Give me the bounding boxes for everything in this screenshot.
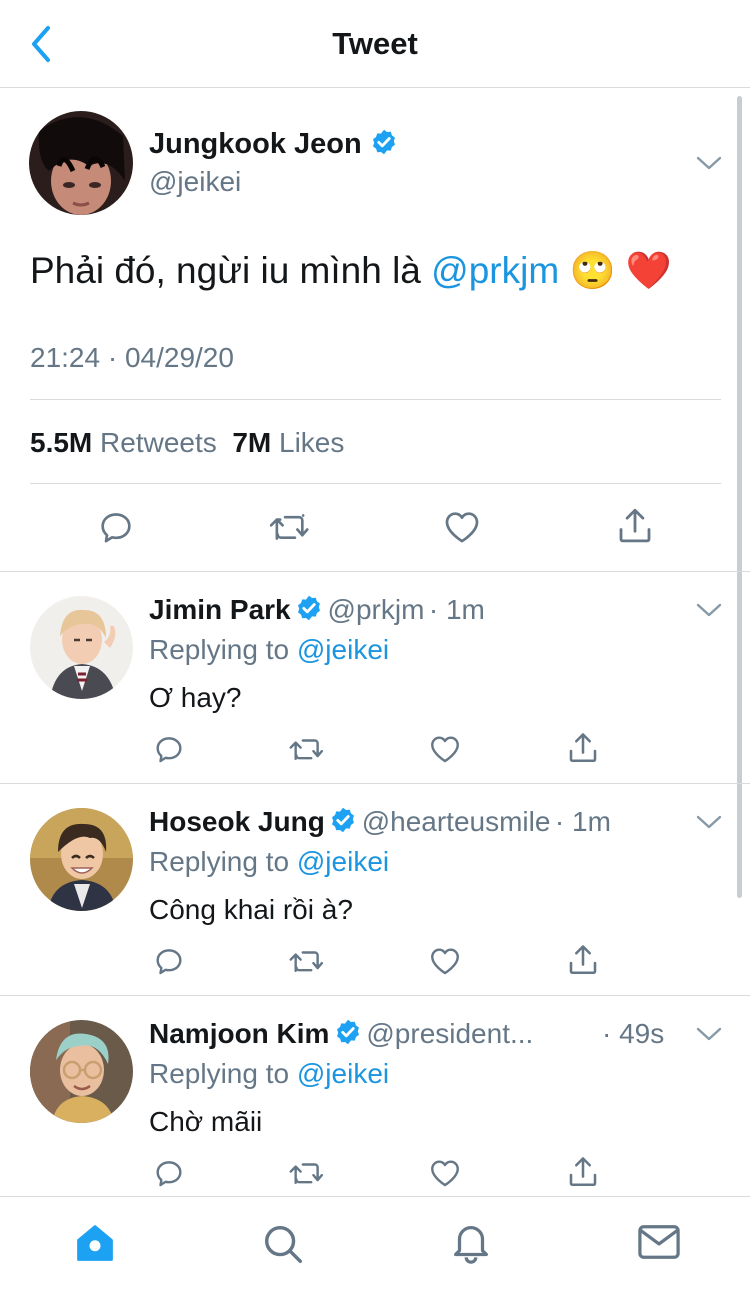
retweet-stat[interactable]: 5.5M Retweets <box>30 427 217 458</box>
comment-icon[interactable] <box>96 507 136 547</box>
top-bar: Tweet <box>0 0 750 88</box>
scrollbar[interactable] <box>737 96 742 898</box>
heart-icon[interactable] <box>427 732 463 766</box>
share-icon[interactable] <box>565 942 601 978</box>
avatar[interactable] <box>30 808 133 911</box>
comment-icon[interactable] <box>152 1156 186 1190</box>
heart-icon[interactable] <box>427 1156 463 1190</box>
reply-author-name[interactable]: Hoseok Jung <box>149 806 325 837</box>
reply-time: · 49s <box>602 1018 665 1049</box>
tweet-emojis: 🙄 ❤️ <box>569 250 672 291</box>
replying-to-link[interactable]: @jeikei <box>297 634 389 665</box>
chevron-down-icon[interactable] <box>696 814 722 830</box>
retweet-icon[interactable] <box>287 1156 327 1190</box>
bell-icon[interactable] <box>448 1219 494 1265</box>
reply-header: Hoseok Jung @hearteusmile · 1m <box>149 806 611 838</box>
divider <box>0 783 750 784</box>
share-icon[interactable] <box>565 1154 601 1190</box>
tweet-text: Phải đó, ngừi iu mình là @prkjm 🙄 ❤️ <box>30 250 672 293</box>
like-stat[interactable]: 7M Likes <box>232 427 344 458</box>
author-name[interactable]: Jungkook Jeon <box>149 128 362 160</box>
reply-text: Ơ hay? <box>149 682 242 713</box>
reply-author-handle[interactable]: @prkjm <box>328 594 425 625</box>
reply-text: Chờ mãii <box>149 1106 263 1137</box>
reply-author-name[interactable]: Jimin Park <box>149 594 291 625</box>
replying-to: Replying to @jeikei <box>149 1058 390 1089</box>
avatar[interactable] <box>30 1020 133 1123</box>
reply-text: Công khai rồi à? <box>149 894 353 925</box>
heart-icon[interactable] <box>427 944 463 978</box>
reply-time: · 1m <box>428 594 485 625</box>
tweet-text-body: Phải đó, ngừi iu mình là <box>30 250 432 291</box>
replying-to: Replying to @jeikei <box>149 846 390 877</box>
tweet-stats: 5.5M Retweets 7M Likes <box>30 427 344 459</box>
chevron-down-icon[interactable] <box>696 1026 722 1042</box>
replying-to-link[interactable]: @jeikei <box>297 1058 389 1089</box>
reply-author-handle[interactable]: @hearteusmile <box>362 806 551 837</box>
heart-icon[interactable] <box>441 507 483 547</box>
divider <box>30 399 721 400</box>
replying-to-link[interactable]: @jeikei <box>297 846 389 877</box>
home-icon[interactable] <box>72 1221 118 1265</box>
replying-to: Replying to @jeikei <box>149 634 390 665</box>
retweet-icon[interactable] <box>267 507 313 547</box>
verified-badge-icon <box>336 1019 359 1045</box>
page-title: Tweet <box>332 26 418 61</box>
verified-badge-icon <box>372 129 395 155</box>
mention-link[interactable]: @prkjm <box>431 250 559 291</box>
share-icon[interactable] <box>565 730 601 766</box>
reply-header: Namjoon Kim @president... <box>149 1018 533 1050</box>
chevron-down-icon[interactable] <box>696 602 722 618</box>
mail-icon[interactable] <box>636 1221 682 1263</box>
divider <box>30 483 721 484</box>
reply-author-handle[interactable]: @president... <box>366 1018 533 1049</box>
avatar[interactable] <box>30 596 133 699</box>
divider <box>0 571 750 572</box>
tab-bar <box>0 1196 750 1294</box>
search-icon[interactable] <box>260 1221 306 1267</box>
verified-badge-icon <box>332 807 355 833</box>
tweet-timestamp: 21:24 · 04/29/20 <box>30 342 234 373</box>
reply-time: · 1m <box>554 806 611 837</box>
retweet-icon[interactable] <box>287 944 327 978</box>
verified-badge-icon <box>298 595 321 621</box>
divider <box>0 995 750 996</box>
reply-header: Jimin Park @prkjm · 1m <box>149 594 485 626</box>
author-handle[interactable]: @jeikei <box>149 166 241 198</box>
retweet-icon[interactable] <box>287 732 327 766</box>
reply-author-name[interactable]: Namjoon Kim <box>149 1018 329 1049</box>
avatar[interactable] <box>29 111 133 215</box>
chevron-down-icon[interactable] <box>696 155 722 171</box>
comment-icon[interactable] <box>152 732 186 766</box>
comment-icon[interactable] <box>152 944 186 978</box>
share-icon[interactable] <box>614 505 656 547</box>
